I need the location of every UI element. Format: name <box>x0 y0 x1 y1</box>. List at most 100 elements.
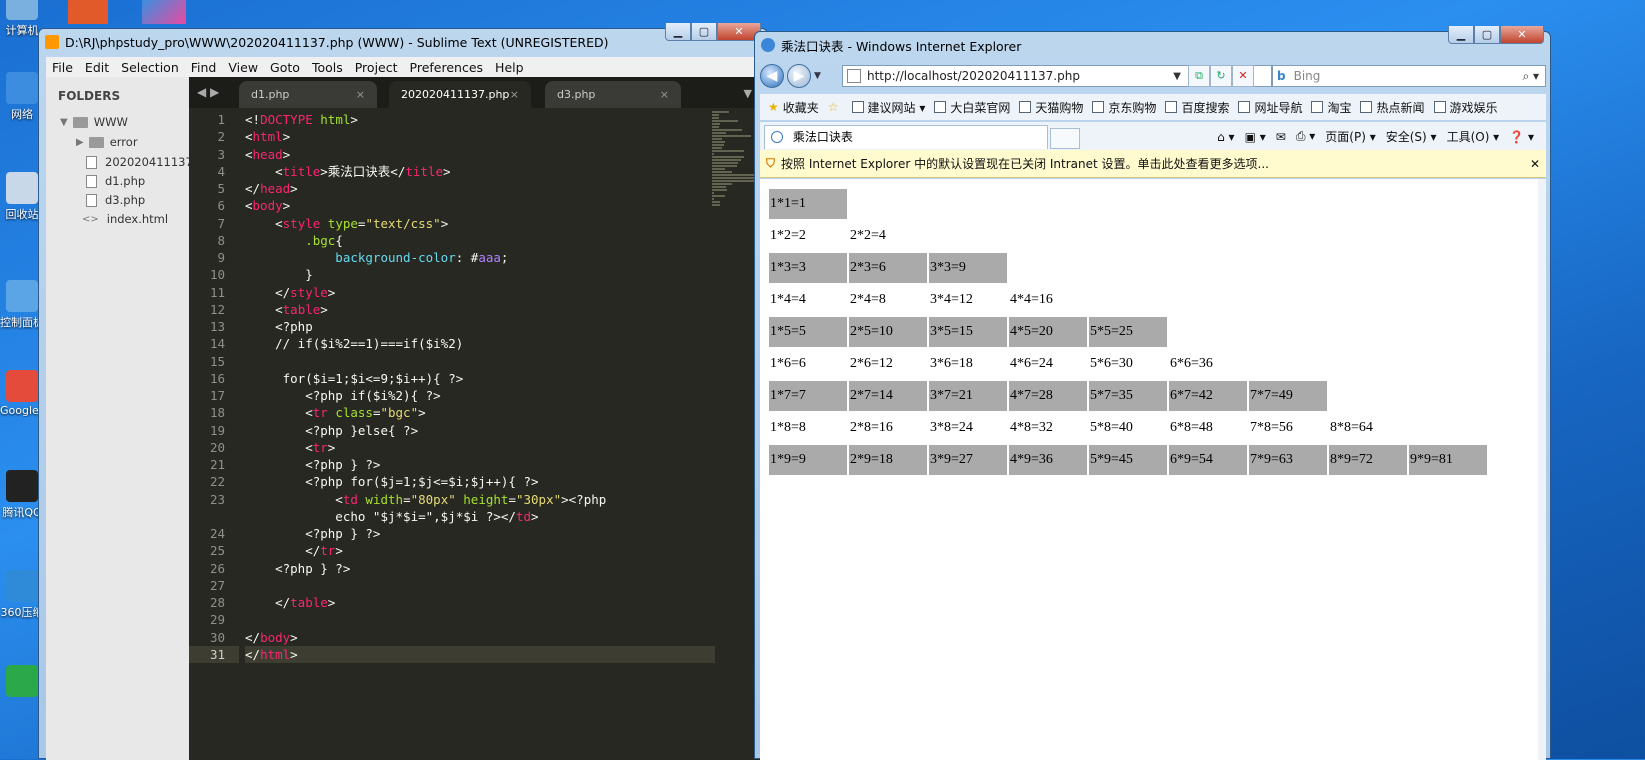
code-token: </ <box>245 629 261 645</box>
menu-item[interactable]: Edit <box>79 60 115 75</box>
feeds-icon[interactable]: ▣ ▾ <box>1245 130 1266 144</box>
ie-navbar: ◀ ▶ ▼ http://localhost/202020411137.php … <box>760 60 1546 92</box>
code-token: <?php } ?> <box>245 526 381 541</box>
code-token: .bgc <box>245 232 336 248</box>
code-token: > <box>282 198 291 214</box>
table-cell: 4*6=24 <box>1010 356 1053 371</box>
home-icon[interactable]: ⌂ ▾ <box>1217 130 1234 144</box>
menu-item[interactable]: Find <box>185 60 223 75</box>
print-icon[interactable]: ⎙ ▾ <box>1296 129 1315 144</box>
code-text[interactable]: <!DOCTYPE html> <html> <head> <title>乘法口诀表… <box>245 111 715 663</box>
forward-button[interactable]: ▶ <box>787 64 811 88</box>
close-icon[interactable]: ✕ <box>1530 157 1540 171</box>
code-token: < <box>245 129 253 145</box>
minimap-line <box>712 135 751 137</box>
code-token: tr <box>320 543 336 559</box>
code-token: > <box>327 284 336 300</box>
stop-icon[interactable]: ✕ <box>1232 65 1254 87</box>
favorites-button[interactable]: ★ 收藏夹 <box>768 99 819 116</box>
code-line: <?php } ?> <box>245 560 715 577</box>
menu-item[interactable]: Help <box>489 60 530 75</box>
file-d3[interactable]: d3.php <box>86 193 145 207</box>
favorite-link[interactable]: 百度搜索 <box>1165 99 1229 116</box>
menu-item[interactable]: File <box>46 60 79 75</box>
table-row: 1*3=3 2*3=6 3*3=9 <box>769 253 1487 283</box>
favorite-link[interactable]: 网址导航 <box>1238 99 1302 116</box>
favorite-link[interactable]: 天猫购物 <box>1019 99 1083 116</box>
code-token: <?php } ?> <box>245 560 351 576</box>
tab-multiplication-table[interactable]: 乘法口诀表 <box>764 125 1048 149</box>
ie-titlebar[interactable]: 乘法口诀表 - Windows Internet Explorer ▁ ▢ ✕ <box>755 26 1550 58</box>
search-icon[interactable]: ⌕ ▾ <box>1522 69 1539 84</box>
menu-item[interactable]: View <box>222 60 264 75</box>
file-icon <box>86 155 97 169</box>
tab-nav-arrows-icon[interactable]: ◀ ▶ <box>197 85 219 99</box>
compat-view-icon[interactable]: ⧉ <box>1188 65 1210 87</box>
tab-d3[interactable]: d3.php × <box>545 81 681 108</box>
minimize-button[interactable]: ▁ <box>1448 26 1474 44</box>
tab-dropdown-icon[interactable]: ▼ <box>744 87 752 100</box>
page-menu[interactable]: 页面(P) ▾ <box>1325 128 1375 145</box>
favorite-link[interactable]: 淘宝 <box>1311 99 1351 116</box>
refresh-icon[interactable]: ↻ <box>1210 65 1232 87</box>
favorite-link[interactable]: 大白菜官网 <box>934 99 1010 116</box>
code-token: tr <box>312 439 328 455</box>
new-tab-button[interactable] <box>1050 128 1080 149</box>
table-cell: 3*5=15 <box>929 317 1007 347</box>
code-file-icon: <> <box>82 213 99 225</box>
minimize-button[interactable]: ▁ <box>665 23 691 41</box>
code-token: width <box>357 491 404 507</box>
help-icon[interactable]: ❓ ▾ <box>1509 130 1534 144</box>
favorite-link[interactable]: 游戏娱乐 <box>1433 99 1498 116</box>
desktop-app-icon <box>6 72 38 104</box>
line-number: 28 <box>209 595 225 610</box>
code-token: table <box>290 595 328 610</box>
sublime-sidebar: FOLDERS ▼ WWW ▶ error 202020411137.p d1.… <box>46 77 204 760</box>
menu-item[interactable]: Preferences <box>404 60 490 75</box>
code-line: <td width="80px" height="30px"><?php <box>245 491 715 508</box>
menu-item[interactable]: Tools <box>306 60 349 75</box>
menu-item[interactable]: Goto <box>264 60 306 75</box>
safety-menu[interactable]: 安全(S) ▾ <box>1386 128 1437 145</box>
back-button[interactable]: ◀ <box>760 64 784 88</box>
file-index[interactable]: <> index.html <box>82 212 168 226</box>
code-editor[interactable]: ◀ ▶ d1.php × 202020411137.php × d3.php ×… <box>189 77 762 760</box>
table-cell: 1*8=8 <box>770 420 806 435</box>
app-shortcut-icon[interactable] <box>142 0 186 24</box>
maximize-button[interactable]: ▢ <box>691 23 717 41</box>
tab-d1[interactable]: d1.php × <box>239 81 377 108</box>
tab-close-icon[interactable]: × <box>356 81 365 108</box>
table-cell: 6*9=54 <box>1169 445 1247 475</box>
sublime-titlebar[interactable]: D:\RJ\phpstudy_pro\WWW\202020411137.php … <box>39 23 767 55</box>
tab-close-icon[interactable]: × <box>510 81 519 108</box>
add-favorite-icon[interactable]: ☆ <box>828 100 843 114</box>
file-d1[interactable]: d1.php <box>86 174 145 188</box>
table-cell: 2*6=12 <box>850 356 893 371</box>
menu-item[interactable]: Project <box>349 60 404 75</box>
folder-icon <box>72 116 88 128</box>
close-button[interactable]: ✕ <box>1500 26 1544 44</box>
menu-item[interactable]: Selection <box>115 60 185 75</box>
line-number: 7 <box>217 215 225 231</box>
code-line: <tr class="bgc"> <box>245 404 715 421</box>
tab-close-icon[interactable]: × <box>660 81 669 108</box>
favorite-link[interactable]: 热点新闻 <box>1360 99 1425 116</box>
tools-menu[interactable]: 工具(O) ▾ <box>1447 128 1500 145</box>
folder-www[interactable]: ▼ WWW <box>60 115 128 129</box>
favorite-link[interactable]: 京东购物 <box>1092 99 1156 116</box>
page-scrollbar[interactable] <box>1538 179 1546 760</box>
chevron-down-icon[interactable]: ▼ <box>1173 71 1181 82</box>
history-dropdown-icon[interactable]: ▼ <box>814 71 821 81</box>
maximize-button[interactable]: ▢ <box>1474 26 1500 44</box>
app-shortcut-icon[interactable] <box>68 0 108 24</box>
information-bar[interactable]: ⛉ 按照 Internet Explorer 中的默认设置现在已关闭 Intra… <box>760 150 1546 178</box>
folder-error[interactable]: ▶ error <box>76 135 138 149</box>
search-input[interactable]: b Bing ⌕ ▾ <box>1272 65 1546 87</box>
file-202020411137[interactable]: 202020411137.p <box>86 155 204 169</box>
code-token: html <box>252 129 283 145</box>
mail-icon[interactable]: ✉ <box>1276 130 1286 144</box>
favorite-link[interactable]: 建议网站 ▾ <box>851 99 925 116</box>
tab-202020411137[interactable]: 202020411137.php × <box>389 81 531 108</box>
